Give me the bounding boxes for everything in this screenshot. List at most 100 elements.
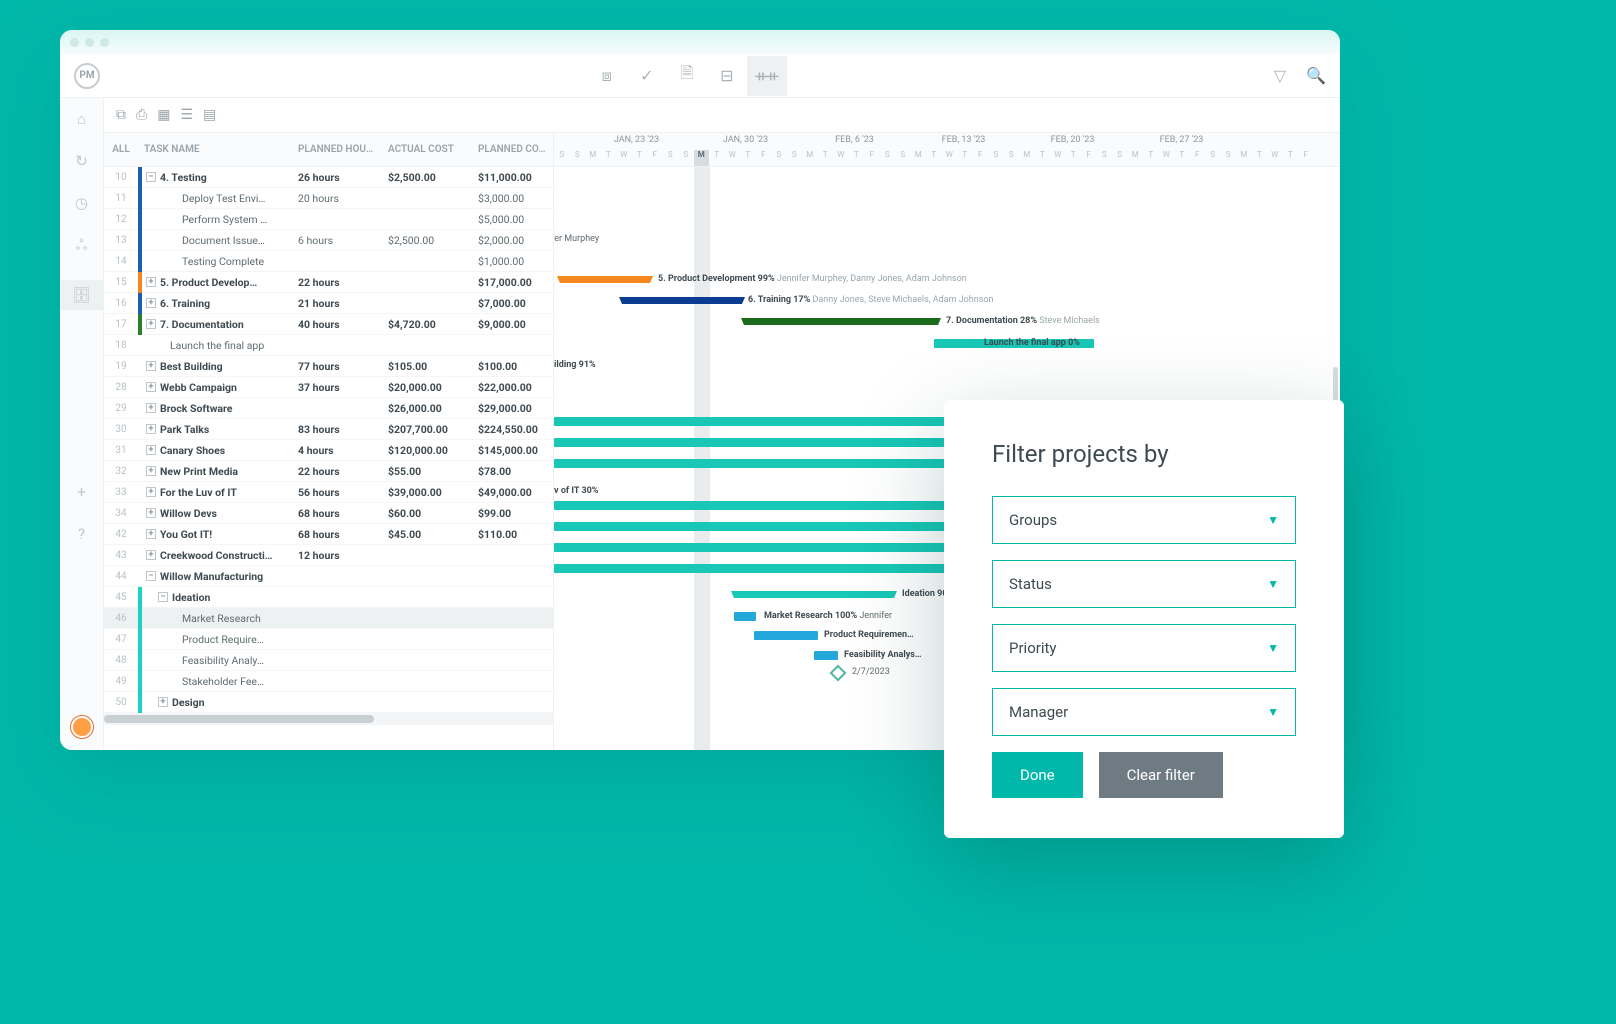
tab-activity-icon[interactable]: ✓ — [627, 56, 667, 96]
gantt-summary-bar[interactable] — [734, 591, 894, 598]
clear-filter-button[interactable]: Clear filter — [1099, 752, 1223, 798]
vtb-grid-icon[interactable]: ▤ — [203, 107, 216, 123]
gantt-bar[interactable] — [734, 612, 756, 621]
table-row[interactable]: 33+For the Luv of IT56 hours$39,000.00$4… — [104, 482, 553, 503]
expand-toggle[interactable]: + — [146, 550, 156, 560]
table-row[interactable]: 28+Webb Campaign37 hours$20,000.00$22,00… — [104, 377, 553, 398]
expand-toggle[interactable]: − — [146, 571, 156, 581]
task-name-cell: Stakeholder Fee… — [182, 675, 264, 688]
table-row[interactable]: 16+6. Training21 hours$7,000.00 — [104, 293, 553, 314]
task-name-cell: For the Luv of IT — [160, 486, 237, 499]
nav-home-icon[interactable]: ⌂ — [77, 110, 86, 128]
col-actual-cost[interactable]: ACTUAL COST — [388, 144, 478, 155]
task-name-cell: New Print Media — [160, 465, 238, 478]
table-row[interactable]: 13Document Issue…6 hours$2,500.00$2,000.… — [104, 230, 553, 251]
expand-toggle[interactable]: + — [146, 298, 156, 308]
tab-link-icon[interactable]: ⊟ — [707, 56, 747, 96]
gantt-milestone[interactable] — [830, 665, 847, 682]
table-row[interactable]: 11Deploy Test Envi…20 hours$3,000.00 — [104, 188, 553, 209]
table-row[interactable]: 32+New Print Media22 hours$55.00$78.00 — [104, 461, 553, 482]
gantt-label: 5. Product Development 99% Jennifer Murp… — [658, 274, 967, 284]
table-row[interactable]: 10−4. Testing26 hours$2,500.00$11,000.00 — [104, 167, 553, 188]
filter-select-status[interactable]: Status▼ — [992, 560, 1296, 608]
vtb-chart-icon[interactable]: ⧉ — [116, 107, 126, 123]
expand-toggle[interactable]: + — [158, 697, 168, 707]
nav-briefcase-icon[interactable]: 🗄 — [72, 286, 91, 304]
done-button[interactable]: Done — [992, 752, 1083, 798]
expand-toggle[interactable]: + — [146, 529, 156, 539]
center-tabs: ⧈ ✓ 🗎 ⊟ ᚑᚑ — [587, 56, 787, 96]
expand-toggle[interactable]: − — [146, 172, 156, 182]
filter-select-manager[interactable]: Manager▼ — [992, 688, 1296, 736]
gantt-label: uilding 91% — [554, 360, 596, 370]
gantt-bar[interactable] — [754, 631, 818, 640]
table-row[interactable]: 34+Willow Devs68 hours$60.00$99.00 — [104, 503, 553, 524]
expand-toggle[interactable]: + — [146, 466, 156, 476]
table-row[interactable]: 31+Canary Shoes4 hours$120,000.00$145,00… — [104, 440, 553, 461]
table-row[interactable]: 15+5. Product Develop…22 hours$17,000.00 — [104, 272, 553, 293]
col-planned-cost[interactable]: PLANNED CO… — [478, 144, 553, 155]
table-row[interactable]: 49Stakeholder Fee… — [104, 671, 553, 692]
milestone-date: 2/7/2023 — [852, 667, 890, 677]
nav-team-icon[interactable]: ஃ — [76, 236, 88, 256]
expand-toggle[interactable]: + — [146, 487, 156, 497]
gantt-summary-bar[interactable] — [560, 276, 650, 283]
expand-toggle[interactable]: + — [146, 508, 156, 518]
gantt-summary-bar[interactable] — [622, 297, 742, 304]
expand-toggle[interactable]: − — [158, 592, 168, 602]
table-row[interactable]: 17+7. Documentation40 hours$4,720.00$9,0… — [104, 314, 553, 335]
search-icon[interactable]: 🔍 — [1306, 66, 1326, 85]
user-avatar[interactable] — [71, 716, 93, 738]
nav-add-icon[interactable]: + — [77, 483, 86, 501]
expand-toggle[interactable]: + — [146, 361, 156, 371]
table-row[interactable]: 18Launch the final app — [104, 335, 553, 356]
vtb-columns-icon[interactable]: ▦ — [157, 107, 170, 123]
task-name-cell: Creekwood Constructi… — [160, 549, 273, 562]
filter-select-priority[interactable]: Priority▼ — [992, 624, 1296, 672]
gantt-label: Launch the final app 0% — [984, 338, 1080, 348]
table-row[interactable]: 45−Ideation — [104, 587, 553, 608]
nav-history-icon[interactable]: ◷ — [75, 194, 88, 212]
expand-toggle[interactable]: + — [146, 445, 156, 455]
table-row[interactable]: 29+Brock Software$26,000.00$29,000.00 — [104, 398, 553, 419]
filter-select-groups[interactable]: Groups▼ — [992, 496, 1296, 544]
expand-toggle[interactable]: + — [146, 277, 156, 287]
vtb-settings-icon[interactable]: ☰ — [180, 107, 193, 123]
col-planned-hours[interactable]: PLANNED HOU… — [298, 144, 388, 155]
tab-clipboard-icon[interactable]: 🗎 — [667, 56, 707, 96]
nav-help-icon[interactable]: ? — [78, 525, 85, 543]
table-row[interactable]: 19+Best Building77 hours$105.00$100.00 — [104, 356, 553, 377]
chevron-down-icon: ▼ — [1267, 705, 1279, 719]
grid-horizontal-scrollbar[interactable] — [104, 713, 553, 725]
filter-icon[interactable]: ▽ — [1274, 66, 1286, 85]
col-task-name[interactable]: TASK NAME — [138, 144, 298, 155]
vtb-print-icon[interactable]: ⎙ — [136, 107, 147, 123]
table-row[interactable]: 44−Willow Manufacturing — [104, 566, 553, 587]
table-row[interactable]: 12Perform System …$5,000.00 — [104, 209, 553, 230]
table-row[interactable]: 50+Design — [104, 692, 553, 713]
table-row[interactable]: 14Testing Complete$1,000.00 — [104, 251, 553, 272]
tab-scan-icon[interactable]: ⧈ — [587, 56, 627, 96]
task-name-cell: Document Issue… — [182, 234, 265, 247]
task-name-cell: Ideation — [172, 591, 210, 604]
table-row[interactable]: 46Market Research — [104, 608, 553, 629]
gantt-bar[interactable] — [814, 651, 838, 660]
expand-toggle[interactable]: + — [146, 382, 156, 392]
table-row[interactable]: 30+Park Talks83 hours$207,700.00$224,550… — [104, 419, 553, 440]
gantt-label: 6. Training 17% Danny Jones, Steve Micha… — [748, 295, 993, 305]
table-row[interactable]: 47Product Require… — [104, 629, 553, 650]
expand-toggle[interactable]: + — [146, 403, 156, 413]
table-row[interactable]: 42+You Got IT!68 hours$45.00$110.00 — [104, 524, 553, 545]
task-name-cell: Willow Manufacturing — [160, 570, 263, 583]
table-row[interactable]: 43+Creekwood Constructi…12 hours — [104, 545, 553, 566]
table-row[interactable]: 48Feasibility Analy… — [104, 650, 553, 671]
expand-toggle[interactable]: + — [146, 424, 156, 434]
tab-gantt-icon[interactable]: ᚑᚑ — [747, 56, 787, 96]
col-all[interactable]: ALL — [104, 144, 138, 155]
nav-refresh-icon[interactable]: ↻ — [75, 152, 88, 170]
task-grid: ALL TASK NAME PLANNED HOU… ACTUAL COST P… — [104, 133, 554, 750]
gantt-summary-bar[interactable] — [744, 318, 938, 325]
expand-toggle[interactable]: + — [146, 319, 156, 329]
side-nav: ⌂ ↻ ◷ ஃ 🗄 + ? — [60, 98, 104, 750]
chevron-down-icon: ▼ — [1267, 513, 1279, 527]
